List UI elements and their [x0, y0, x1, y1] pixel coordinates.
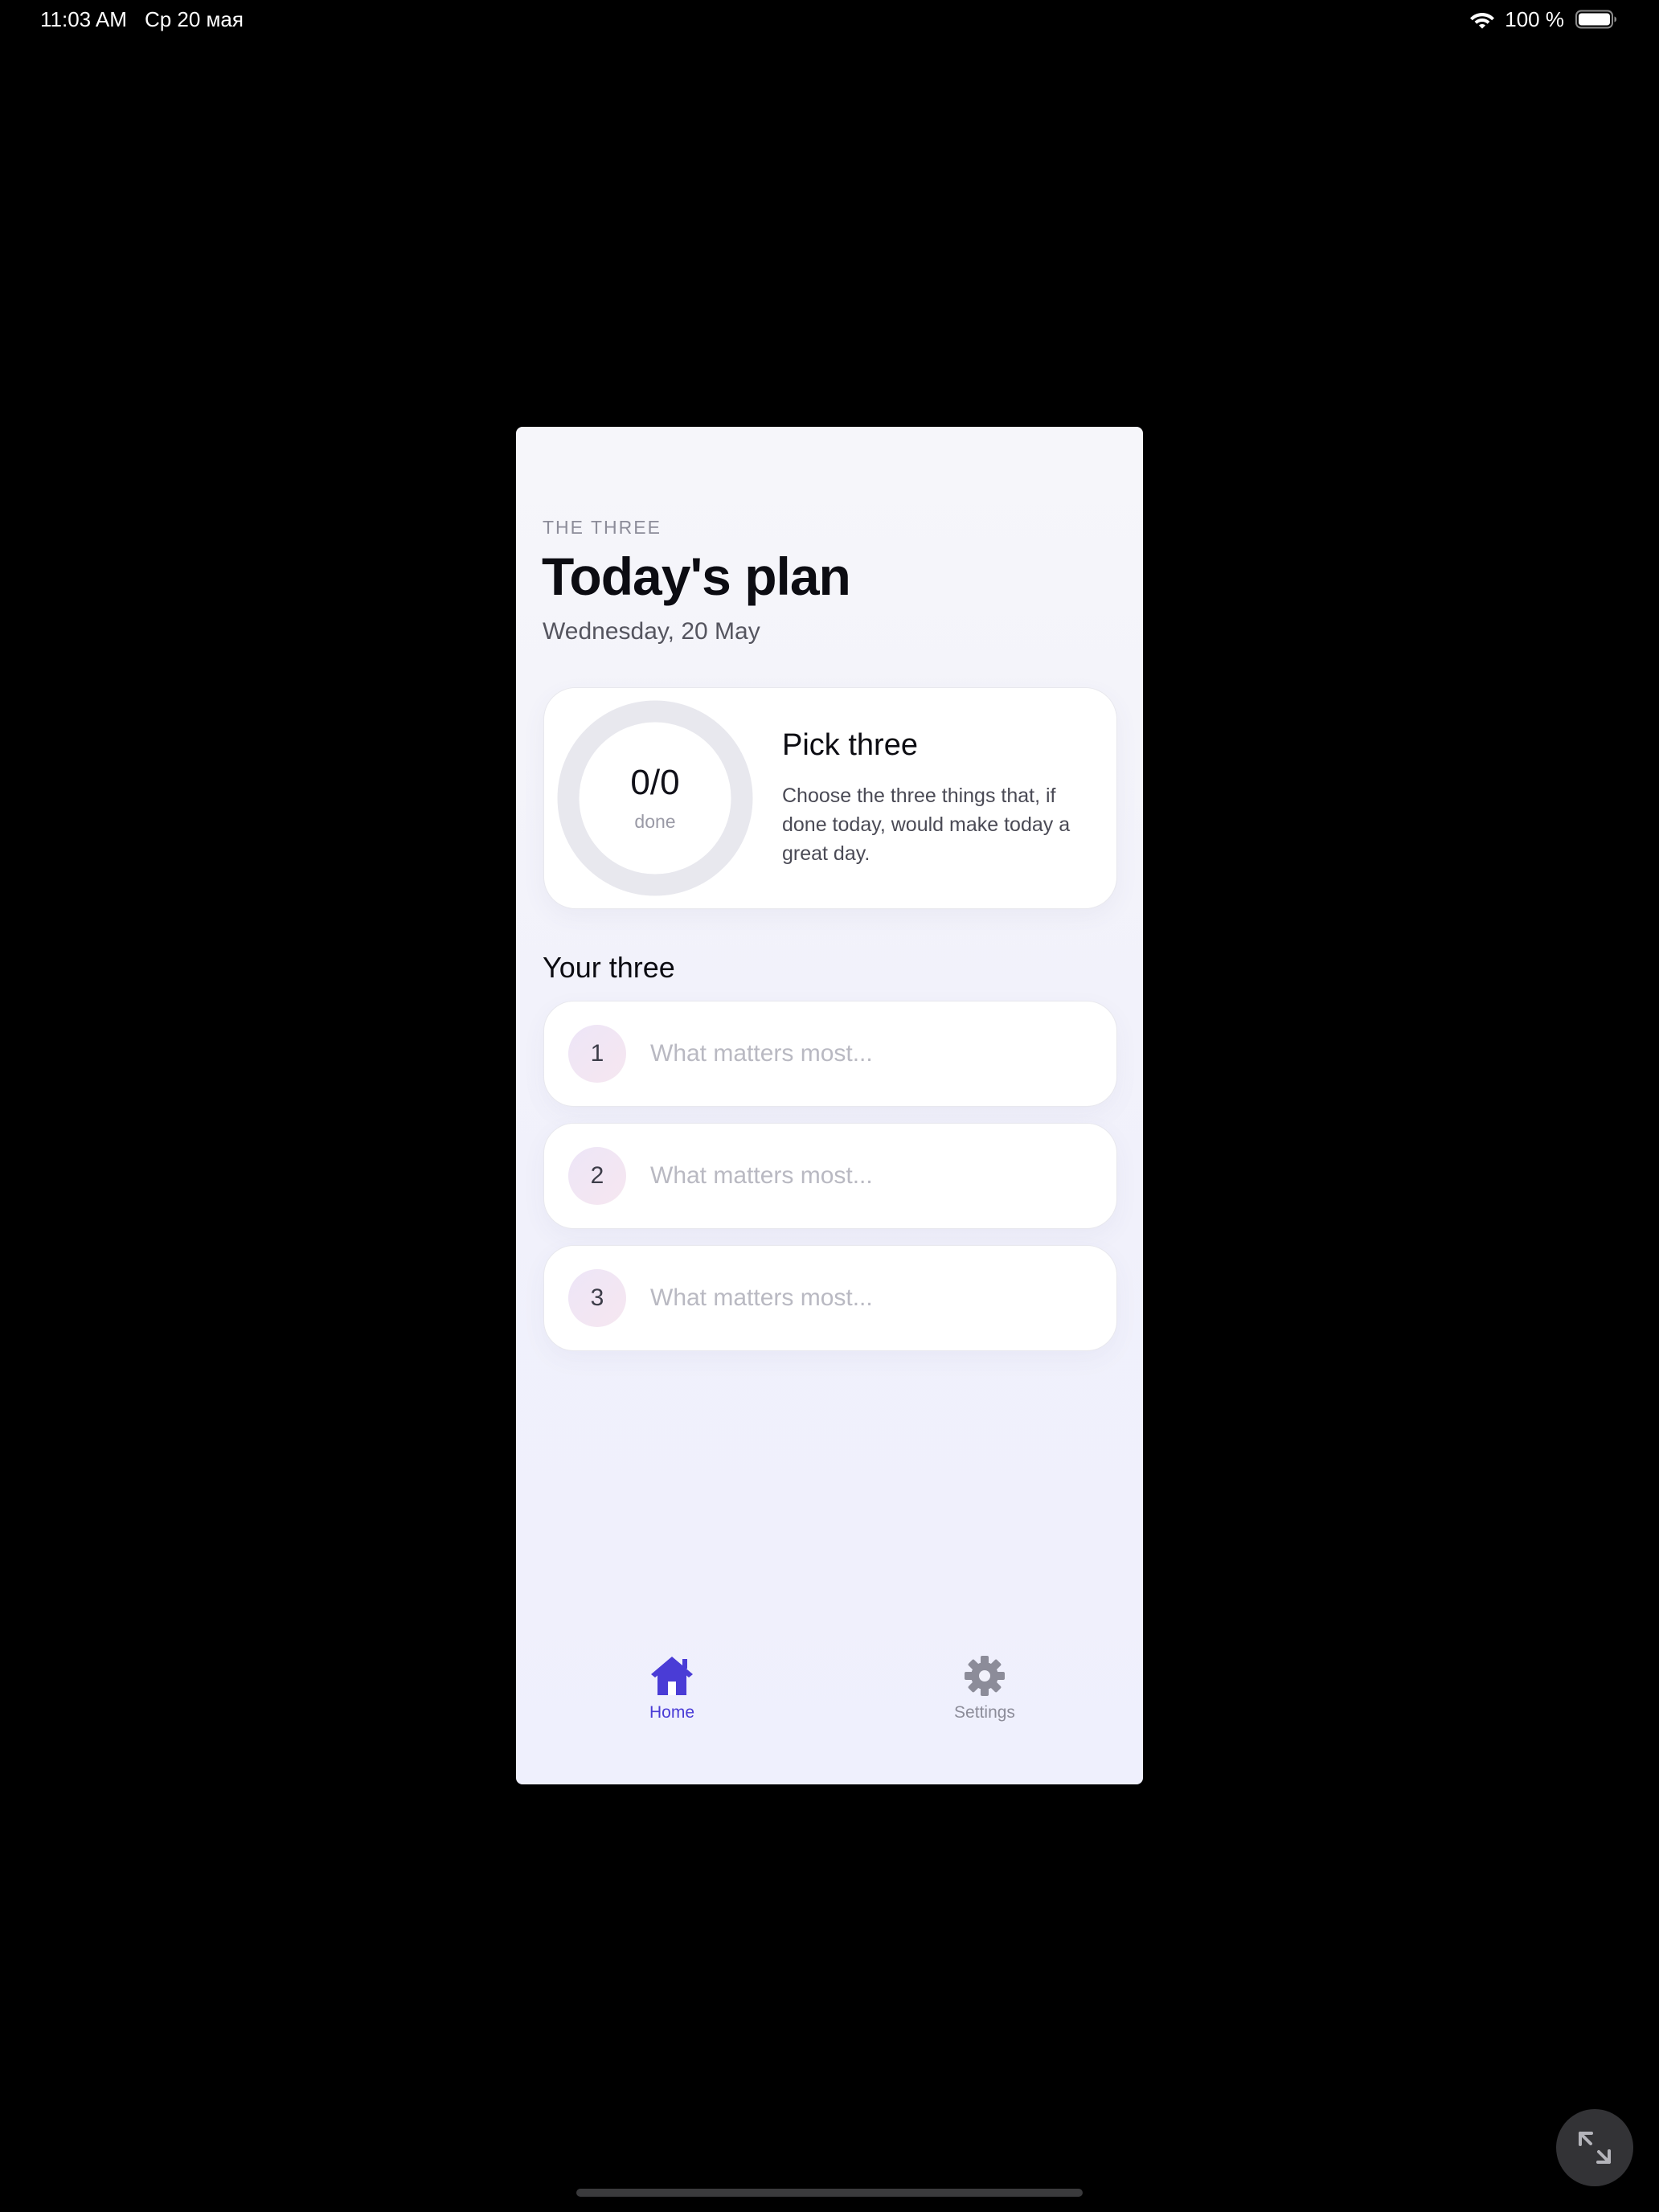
task-number-badge: 1: [568, 1025, 626, 1083]
expand-button[interactable]: [1556, 2109, 1633, 2186]
tab-home-label: Home: [649, 1703, 695, 1722]
tab-settings[interactable]: Settings: [920, 1655, 1049, 1732]
battery-fill: [1579, 13, 1610, 26]
home-icon: [651, 1657, 693, 1695]
battery-icon: [1575, 10, 1616, 29]
task-number-badge: 3: [568, 1269, 626, 1327]
app-window: THE THREE Today's plan Wednesday, 20 May…: [516, 427, 1143, 1784]
task-row-2[interactable]: 2: [543, 1123, 1117, 1229]
status-bar-left: 11:03 AM Ср 20 мая: [40, 5, 244, 34]
battery-percent: 100 %: [1505, 6, 1564, 31]
progress-ring: 0/0 done: [557, 700, 753, 896]
page-title: Today's plan: [542, 547, 851, 606]
task-number-badge: 2: [568, 1147, 626, 1205]
screen: 11:03 AM Ср 20 мая 100 % THE THREE Today'…: [0, 0, 1659, 2212]
section-title: Your three: [543, 951, 675, 984]
task-row-3[interactable]: 3: [543, 1245, 1117, 1351]
task-input-1[interactable]: [650, 1029, 1084, 1079]
tab-home[interactable]: Home: [608, 1655, 736, 1732]
progress-label: done: [634, 811, 676, 832]
card-description: Choose the three things that, if done to…: [782, 784, 1071, 865]
wifi-icon: [1470, 13, 1495, 29]
status-bar-right: 100 %: [1469, 5, 1617, 34]
status-time: 11:03 AM: [40, 7, 127, 31]
status-date: Ср 20 мая: [144, 7, 244, 31]
card-title: Pick three: [782, 728, 918, 762]
gear-icon: [965, 1656, 1005, 1696]
page-date: Wednesday, 20 May: [543, 618, 760, 645]
home-indicator[interactable]: [576, 2189, 1083, 2197]
app-eyebrow: THE THREE: [543, 517, 662, 538]
task-input-2[interactable]: [650, 1151, 1084, 1201]
expand-arrows-icon: [1579, 2132, 1611, 2164]
tab-settings-label: Settings: [954, 1703, 1015, 1722]
progress-count: 0/0: [630, 763, 680, 802]
progress-card: 0/0 done Pick three Choose the three thi…: [543, 687, 1117, 909]
task-input-3[interactable]: [650, 1273, 1084, 1323]
task-row-1[interactable]: 1: [543, 1001, 1117, 1107]
